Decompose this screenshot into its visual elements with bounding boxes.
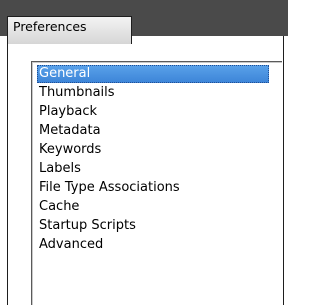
category-item-file-type-associations[interactable]: File Type Associations <box>37 179 180 197</box>
category-item-cache[interactable]: Cache <box>37 198 79 216</box>
category-item-general[interactable]: General <box>37 65 269 83</box>
window-title: Preferences <box>7 16 132 44</box>
category-item-startup-scripts[interactable]: Startup Scripts <box>37 217 136 235</box>
category-item-thumbnails[interactable]: Thumbnails <box>37 84 115 102</box>
preferences-category-list[interactable]: General Thumbnails Playback Metadata Key… <box>31 61 282 305</box>
category-item-metadata[interactable]: Metadata <box>37 122 101 140</box>
category-item-advanced[interactable]: Advanced <box>37 236 103 254</box>
category-item-keywords[interactable]: Keywords <box>37 141 101 159</box>
category-item-labels[interactable]: Labels <box>37 160 81 178</box>
category-item-playback[interactable]: Playback <box>37 103 97 121</box>
